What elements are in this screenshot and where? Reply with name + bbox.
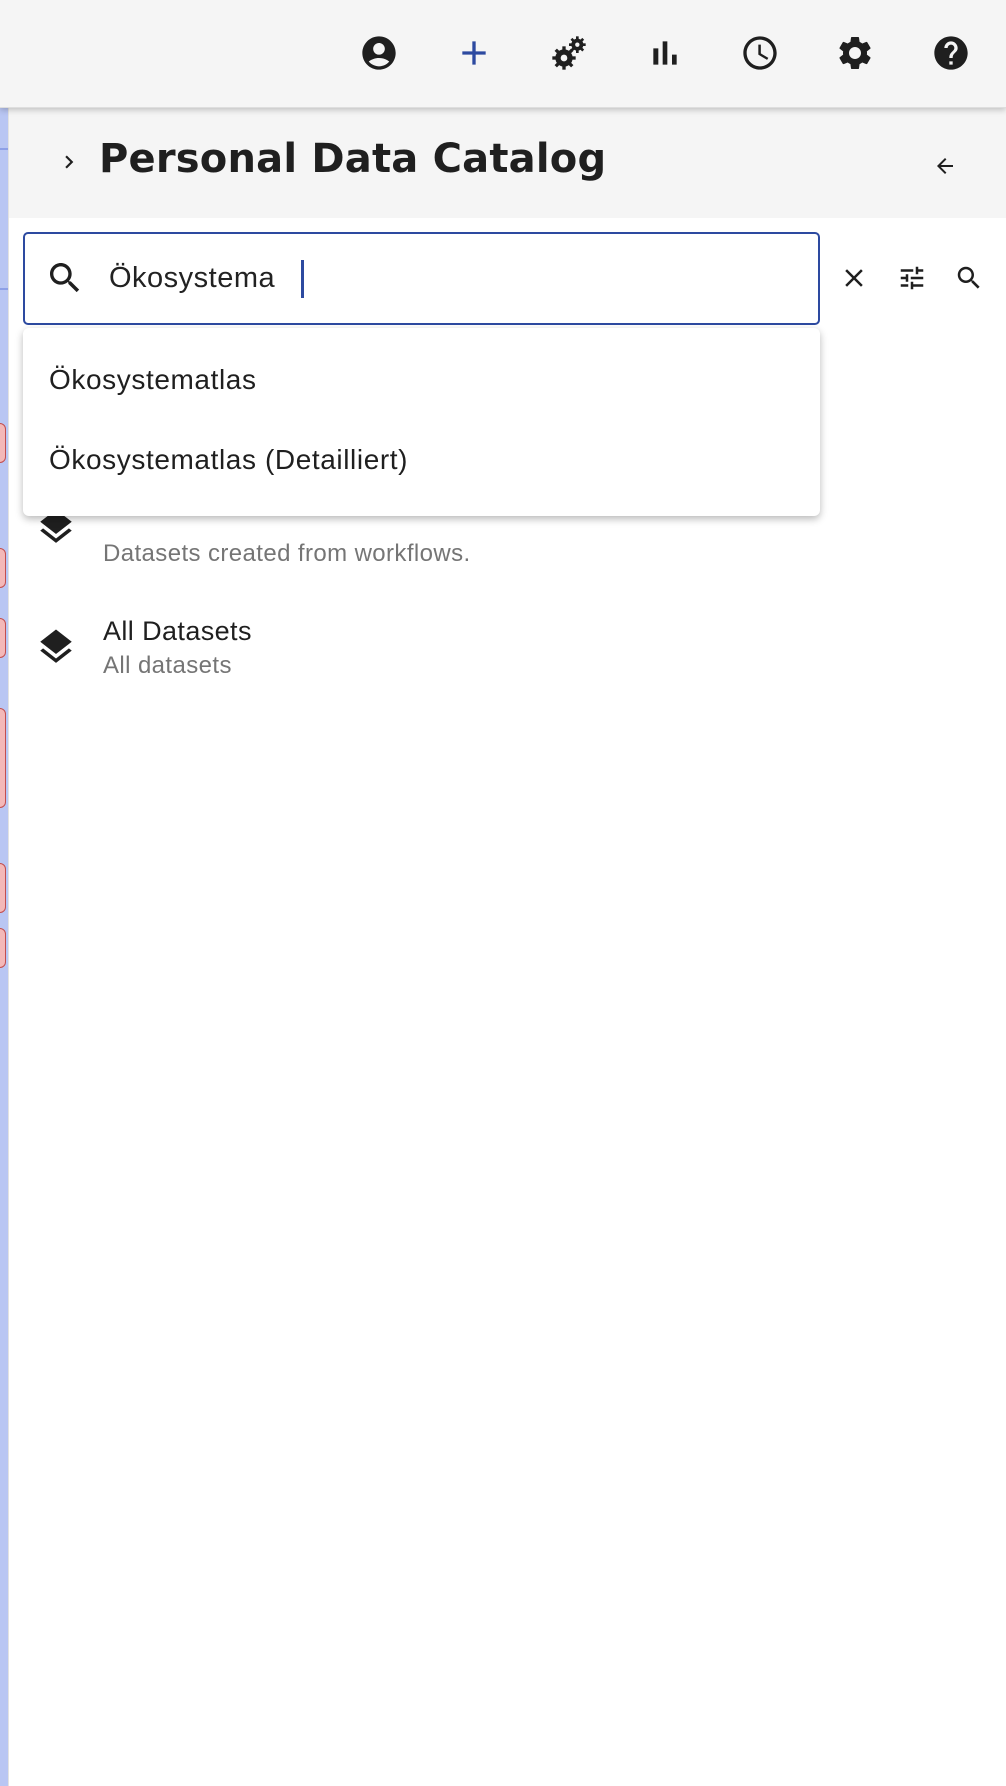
autocomplete-dropdown: Ökosystematlas Ökosystematlas (Detaillie… xyxy=(23,328,820,516)
panel-header: Personal Data Catalog xyxy=(9,108,1006,218)
top-toolbar xyxy=(0,0,1006,108)
layers-icon xyxy=(40,629,72,663)
suggestion-item[interactable]: Ökosystematlas (Detailliert) xyxy=(23,420,820,500)
help-icon[interactable] xyxy=(929,31,973,75)
search-icon xyxy=(50,263,80,293)
history-icon[interactable] xyxy=(738,31,782,75)
data-catalog-panel: Personal Data Catalog Datasets created f… xyxy=(8,108,1006,1786)
search-input[interactable] xyxy=(109,256,789,300)
clear-icon[interactable] xyxy=(834,258,874,298)
text-caret xyxy=(301,260,304,298)
map-feature xyxy=(0,863,6,913)
map-feature xyxy=(0,423,6,463)
map-feature xyxy=(0,708,6,808)
account-icon[interactable] xyxy=(357,31,401,75)
map-line xyxy=(0,288,8,290)
settings-icon[interactable] xyxy=(833,31,877,75)
add-icon[interactable] xyxy=(452,31,496,75)
search-field[interactable] xyxy=(23,232,820,325)
dataset-subtitle: All datasets xyxy=(103,652,232,679)
dataset-subtitle: Datasets created from workflows. xyxy=(103,540,471,567)
page-title: Personal Data Catalog xyxy=(99,136,607,182)
bar-chart-icon[interactable] xyxy=(643,31,687,75)
map-feature xyxy=(0,618,6,658)
dataset-title: All Datasets xyxy=(103,616,252,646)
suggestion-item[interactable]: Ökosystematlas xyxy=(23,340,820,420)
chevron-right-icon[interactable] xyxy=(53,146,85,178)
map-feature xyxy=(0,928,6,968)
list-item[interactable]: All Datasets All datasets xyxy=(9,610,1006,700)
map-background[interactable] xyxy=(0,108,8,1786)
map-feature xyxy=(0,548,6,588)
app-page: Personal Data Catalog Datasets created f… xyxy=(0,0,1006,1786)
back-arrow-icon[interactable] xyxy=(929,150,961,182)
search-button-icon[interactable] xyxy=(949,258,989,298)
filter-settings-icon[interactable] xyxy=(892,258,932,298)
operators-icon[interactable] xyxy=(547,31,591,75)
map-line xyxy=(0,148,8,150)
